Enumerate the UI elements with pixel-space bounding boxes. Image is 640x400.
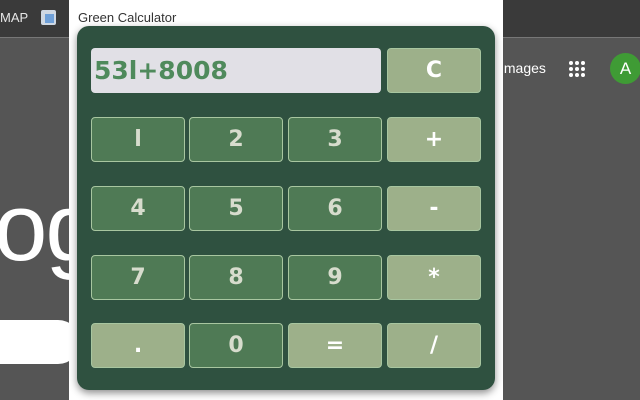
add-button[interactable]: + <box>387 117 481 162</box>
calculator-display: 53l+8008 <box>91 48 381 93</box>
bookmark-item-map[interactable]: MAP <box>0 10 28 25</box>
key-4-button[interactable]: 4 <box>91 186 185 231</box>
clear-button[interactable]: C <box>387 48 481 93</box>
images-link[interactable]: Images <box>500 60 546 76</box>
search-box-fragment[interactable] <box>0 320 80 364</box>
grid-apps-icon[interactable] <box>568 60 586 78</box>
calculator-panel: 53l+8008 C l 2 3 + 4 5 6 - 7 8 9 * . 0 =… <box>77 26 495 390</box>
multiply-button[interactable]: * <box>387 255 481 300</box>
key-2-button[interactable]: 2 <box>189 117 283 162</box>
bookmark-page-icon[interactable] <box>40 9 57 26</box>
key-9-button[interactable]: 9 <box>288 255 382 300</box>
equals-button[interactable]: = <box>288 323 382 368</box>
key-5-button[interactable]: 5 <box>189 186 283 231</box>
key-7-button[interactable]: 7 <box>91 255 185 300</box>
key-0-button[interactable]: 0 <box>189 323 283 368</box>
divide-button[interactable]: / <box>387 323 481 368</box>
popup-title: Green Calculator <box>78 10 177 25</box>
subtract-button[interactable]: - <box>387 186 481 231</box>
key-6-button[interactable]: 6 <box>288 186 382 231</box>
key-1-button[interactable]: l <box>91 117 185 162</box>
account-avatar[interactable]: A <box>610 53 640 84</box>
key-8-button[interactable]: 8 <box>189 255 283 300</box>
key-3-button[interactable]: 3 <box>288 117 382 162</box>
decimal-button[interactable]: . <box>91 323 185 368</box>
calculator-popup: Green Calculator 53l+8008 C l 2 3 + 4 5 … <box>69 0 503 400</box>
